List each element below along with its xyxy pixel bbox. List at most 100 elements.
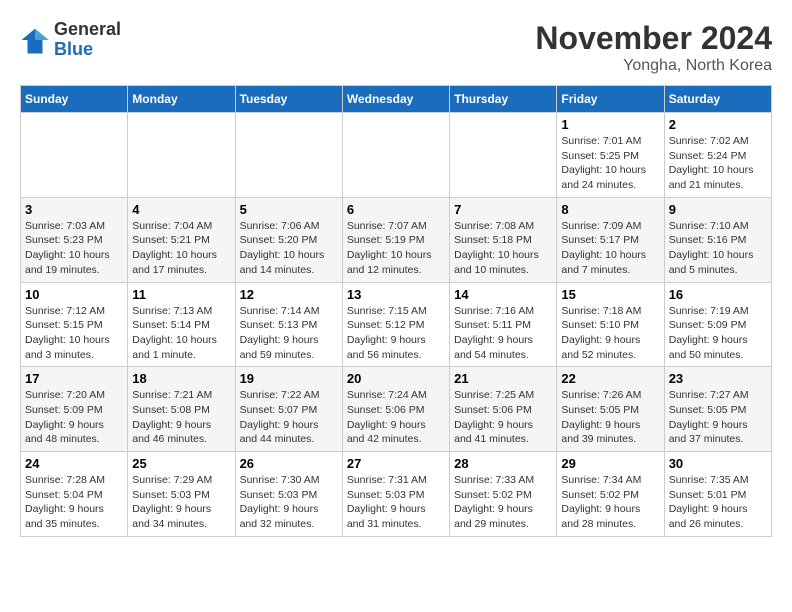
day-number: 9 [669, 202, 767, 217]
day-info: Sunrise: 7:04 AM Sunset: 5:21 PM Dayligh… [132, 219, 230, 278]
calendar-cell: 12Sunrise: 7:14 AM Sunset: 5:13 PM Dayli… [235, 282, 342, 367]
calendar-week-4: 17 Sunrise: 7:20 AM Sunset: 5:09 PM Dayli… [21, 367, 772, 452]
calendar-cell: 20 Sunrise: 7:24 AM Sunset: 5:06 PM Dayli… [342, 367, 449, 452]
day-number: 14 [454, 287, 552, 302]
calendar-week-2: 3 Sunrise: 7:03 AM Sunset: 5:23 PM Daylig… [21, 197, 772, 282]
calendar-cell: 15Sunrise: 7:18 AM Sunset: 5:10 PM Dayli… [557, 282, 664, 367]
day-number: 4 [132, 202, 230, 217]
calendar-cell: 13Sunrise: 7:15 AM Sunset: 5:12 PM Dayli… [342, 282, 449, 367]
calendar-cell: 1Sunrise: 7:01 AM Sunset: 5:25 PM Daylig… [557, 113, 664, 198]
day-info: Sunrise: 7:12 AM Sunset: 5:15 PM Dayligh… [25, 304, 123, 363]
calendar-cell: 4 Sunrise: 7:04 AM Sunset: 5:21 PM Daylig… [128, 197, 235, 282]
calendar-cell: 14 Sunrise: 7:16 AM Sunset: 5:11 PM Dayli… [450, 282, 557, 367]
logo-blue-text: Blue [54, 39, 93, 59]
day-info: Sunrise: 7:03 AM Sunset: 5:23 PM Dayligh… [25, 219, 123, 278]
day-info: Sunrise: 7:09 AM Sunset: 5:17 PM Dayligh… [561, 219, 659, 278]
day-number: 5 [240, 202, 338, 217]
day-number: 11 [132, 287, 230, 302]
day-number: 28 [454, 456, 552, 471]
day-info: Sunrise: 7:26 AM Sunset: 5:05 PM Dayligh… [561, 388, 659, 447]
calendar-cell [342, 113, 449, 198]
day-number: 3 [25, 202, 123, 217]
day-number: 16 [669, 287, 767, 302]
calendar-header: SundayMondayTuesdayWednesdayThursdayFrid… [21, 86, 772, 113]
calendar-cell: 16 Sunrise: 7:19 AM Sunset: 5:09 PM Dayli… [664, 282, 771, 367]
calendar-cell: 30 Sunrise: 7:35 AM Sunset: 5:01 PM Dayli… [664, 452, 771, 537]
day-number: 29 [561, 456, 659, 471]
day-number: 15 [561, 287, 659, 302]
day-number: 7 [454, 202, 552, 217]
day-info: Sunrise: 7:29 AM Sunset: 5:03 PM Dayligh… [132, 473, 230, 532]
day-info: Sunrise: 7:14 AM Sunset: 5:13 PM Dayligh… [240, 304, 338, 363]
day-info: Sunrise: 7:01 AM Sunset: 5:25 PM Dayligh… [561, 134, 659, 193]
calendar-cell: 24Sunrise: 7:28 AM Sunset: 5:04 PM Dayli… [21, 452, 128, 537]
day-number: 19 [240, 371, 338, 386]
day-info: Sunrise: 7:31 AM Sunset: 5:03 PM Dayligh… [347, 473, 445, 532]
calendar-cell: 6 Sunrise: 7:07 AM Sunset: 5:19 PM Daylig… [342, 197, 449, 282]
day-info: Sunrise: 7:08 AM Sunset: 5:18 PM Dayligh… [454, 219, 552, 278]
day-info: Sunrise: 7:07 AM Sunset: 5:19 PM Dayligh… [347, 219, 445, 278]
header-day-friday: Friday [557, 86, 664, 113]
day-number: 13 [347, 287, 445, 302]
calendar-cell [21, 113, 128, 198]
month-title: November 2024 [535, 20, 772, 57]
header-day-thursday: Thursday [450, 86, 557, 113]
logo-general-text: General [54, 19, 121, 39]
day-info: Sunrise: 7:13 AM Sunset: 5:14 PM Dayligh… [132, 304, 230, 363]
day-info: Sunrise: 7:16 AM Sunset: 5:11 PM Dayligh… [454, 304, 552, 363]
day-number: 17 [25, 371, 123, 386]
day-number: 18 [132, 371, 230, 386]
day-number: 26 [240, 456, 338, 471]
day-number: 2 [669, 117, 767, 132]
calendar-cell: 10 Sunrise: 7:12 AM Sunset: 5:15 PM Dayli… [21, 282, 128, 367]
calendar-cell: 5Sunrise: 7:06 AM Sunset: 5:20 PM Daylig… [235, 197, 342, 282]
day-info: Sunrise: 7:10 AM Sunset: 5:16 PM Dayligh… [669, 219, 767, 278]
calendar-week-1: 1Sunrise: 7:01 AM Sunset: 5:25 PM Daylig… [21, 113, 772, 198]
day-info: Sunrise: 7:22 AM Sunset: 5:07 PM Dayligh… [240, 388, 338, 447]
header-day-tuesday: Tuesday [235, 86, 342, 113]
calendar-table: SundayMondayTuesdayWednesdayThursdayFrid… [20, 85, 772, 537]
calendar-cell: 28 Sunrise: 7:33 AM Sunset: 5:02 PM Dayli… [450, 452, 557, 537]
calendar-week-3: 10 Sunrise: 7:12 AM Sunset: 5:15 PM Dayli… [21, 282, 772, 367]
calendar-cell: 21Sunrise: 7:25 AM Sunset: 5:06 PM Dayli… [450, 367, 557, 452]
calendar-cell: 17 Sunrise: 7:20 AM Sunset: 5:09 PM Dayli… [21, 367, 128, 452]
calendar-cell: 25 Sunrise: 7:29 AM Sunset: 5:03 PM Dayli… [128, 452, 235, 537]
day-number: 6 [347, 202, 445, 217]
calendar-cell: 18 Sunrise: 7:21 AM Sunset: 5:08 PM Dayli… [128, 367, 235, 452]
day-info: Sunrise: 7:34 AM Sunset: 5:02 PM Dayligh… [561, 473, 659, 532]
calendar-cell: 23Sunrise: 7:27 AM Sunset: 5:05 PM Dayli… [664, 367, 771, 452]
day-info: Sunrise: 7:24 AM Sunset: 5:06 PM Dayligh… [347, 388, 445, 447]
calendar-cell: 11 Sunrise: 7:13 AM Sunset: 5:14 PM Dayli… [128, 282, 235, 367]
calendar-body: 1Sunrise: 7:01 AM Sunset: 5:25 PM Daylig… [21, 113, 772, 537]
calendar-cell: 29 Sunrise: 7:34 AM Sunset: 5:02 PM Dayli… [557, 452, 664, 537]
day-number: 27 [347, 456, 445, 471]
calendar-cell: 8Sunrise: 7:09 AM Sunset: 5:17 PM Daylig… [557, 197, 664, 282]
day-number: 20 [347, 371, 445, 386]
day-number: 30 [669, 456, 767, 471]
day-info: Sunrise: 7:20 AM Sunset: 5:09 PM Dayligh… [25, 388, 123, 447]
day-info: Sunrise: 7:33 AM Sunset: 5:02 PM Dayligh… [454, 473, 552, 532]
header-day-saturday: Saturday [664, 86, 771, 113]
day-info: Sunrise: 7:28 AM Sunset: 5:04 PM Dayligh… [25, 473, 123, 532]
header-day-sunday: Sunday [21, 86, 128, 113]
page-header: General Blue November 2024 Yongha, North… [20, 20, 772, 75]
calendar-cell: 3 Sunrise: 7:03 AM Sunset: 5:23 PM Daylig… [21, 197, 128, 282]
header-day-monday: Monday [128, 86, 235, 113]
day-info: Sunrise: 7:27 AM Sunset: 5:05 PM Dayligh… [669, 388, 767, 447]
day-info: Sunrise: 7:25 AM Sunset: 5:06 PM Dayligh… [454, 388, 552, 447]
calendar-cell [450, 113, 557, 198]
day-info: Sunrise: 7:21 AM Sunset: 5:08 PM Dayligh… [132, 388, 230, 447]
calendar-cell: 7 Sunrise: 7:08 AM Sunset: 5:18 PM Daylig… [450, 197, 557, 282]
calendar-cell: 26Sunrise: 7:30 AM Sunset: 5:03 PM Dayli… [235, 452, 342, 537]
day-number: 22 [561, 371, 659, 386]
day-info: Sunrise: 7:19 AM Sunset: 5:09 PM Dayligh… [669, 304, 767, 363]
calendar-cell: 19 Sunrise: 7:22 AM Sunset: 5:07 PM Dayli… [235, 367, 342, 452]
header-row: SundayMondayTuesdayWednesdayThursdayFrid… [21, 86, 772, 113]
day-info: Sunrise: 7:35 AM Sunset: 5:01 PM Dayligh… [669, 473, 767, 532]
day-number: 10 [25, 287, 123, 302]
day-number: 25 [132, 456, 230, 471]
calendar-cell [235, 113, 342, 198]
calendar-cell: 27 Sunrise: 7:31 AM Sunset: 5:03 PM Dayli… [342, 452, 449, 537]
calendar-cell: 2Sunrise: 7:02 AM Sunset: 5:24 PM Daylig… [664, 113, 771, 198]
location-title: Yongha, North Korea [535, 57, 772, 75]
